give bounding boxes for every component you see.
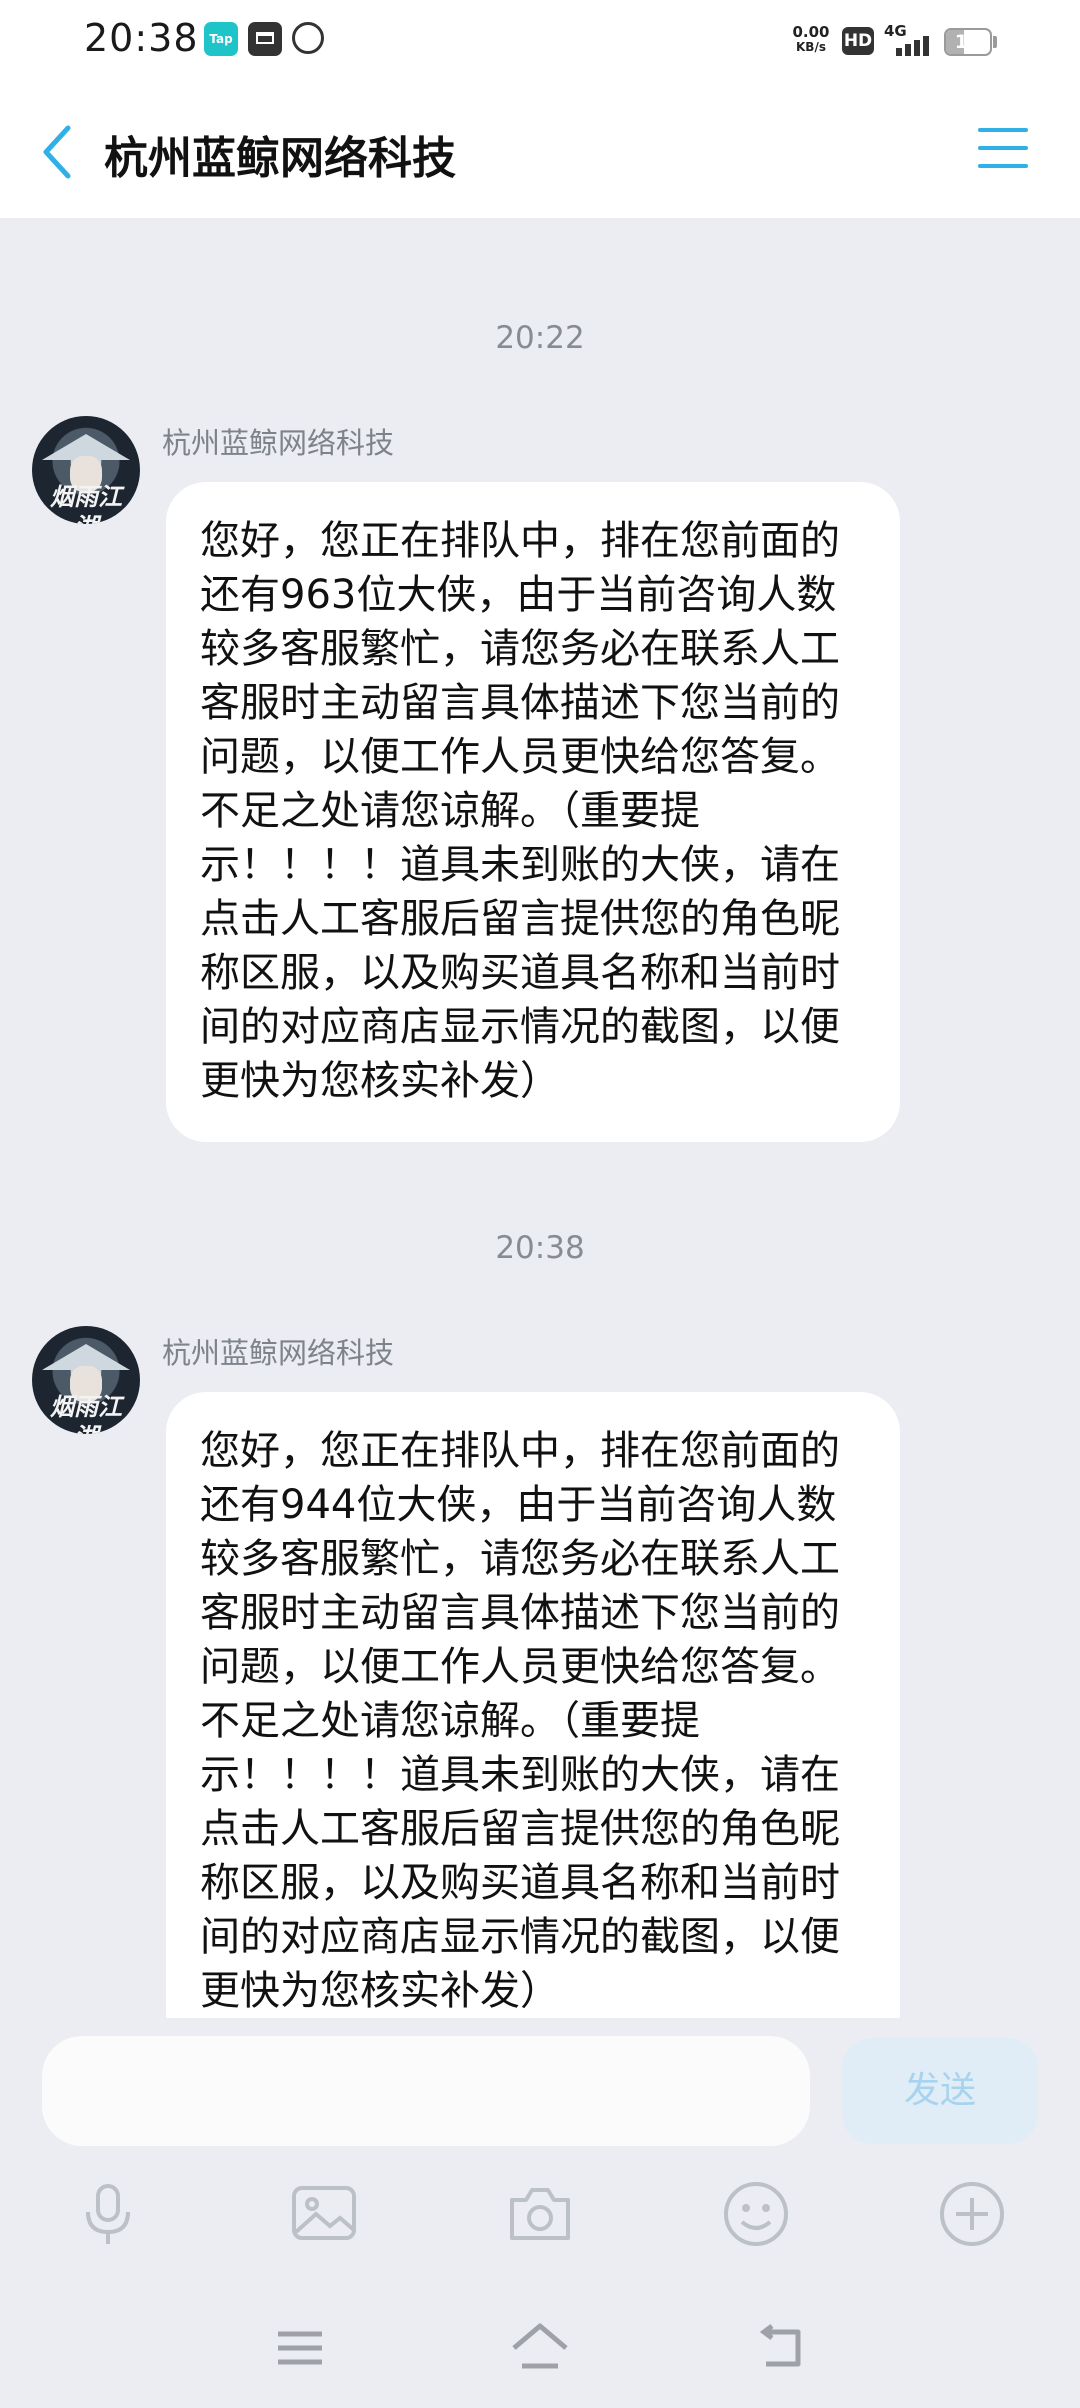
home-icon[interactable] [510, 2318, 570, 2378]
signal-bar [914, 40, 920, 56]
message-input[interactable] [42, 2036, 810, 2146]
sender-name: 杭州蓝鲸网络科技 [162, 1336, 395, 1370]
hamburger-menu-icon[interactable] [978, 128, 1030, 172]
signal-bar [896, 48, 902, 56]
message-list[interactable]: 20:22 烟雨江湖 杭州蓝鲸网络科技 您好，您正在排队中，排在您前面的还有96… [0, 218, 1080, 2018]
composer-bar: 发送 [0, 2018, 1080, 2408]
app-notification-icon [292, 22, 324, 54]
status-bar: 20:38 Tap 0.00 KB/s HD 4G 10 [0, 0, 1080, 84]
network-speed-value: 0.00 [792, 23, 830, 41]
sender-name: 杭州蓝鲸网络科技 [162, 426, 395, 460]
message-bubble[interactable]: 您好，您正在排队中，排在您前面的还有963位大侠，由于当前咨询人数较多客服繁忙，… [166, 482, 900, 1142]
battery-icon: 10 [944, 28, 992, 56]
sender-avatar[interactable]: 烟雨江湖 [32, 416, 140, 524]
emoji-icon[interactable] [720, 2178, 792, 2250]
back-icon[interactable] [750, 2318, 810, 2378]
signal-strength-icon: 4G [884, 22, 932, 58]
signal-bar [905, 44, 911, 56]
message-bubble[interactable]: 您好，您正在排队中，排在您前面的还有944位大侠，由于当前咨询人数较多客服繁忙，… [166, 1392, 900, 2018]
chat-title: 杭州蓝鲸网络科技 [104, 133, 456, 184]
network-speed-unit: KB/s [796, 40, 826, 54]
chevron-left-icon[interactable] [38, 122, 78, 182]
camera-icon[interactable] [504, 2178, 576, 2250]
image-icon[interactable] [288, 2178, 360, 2250]
message-timestamp: 20:38 [495, 1230, 585, 1266]
tap-app-icon: Tap [204, 22, 238, 56]
avatar-text: 烟雨江湖 [50, 1393, 122, 1434]
sender-avatar[interactable]: 烟雨江湖 [32, 1326, 140, 1434]
network-type: 4G [884, 22, 907, 40]
message-timestamp: 20:22 [495, 320, 585, 356]
avatar-text: 烟雨江湖 [50, 483, 122, 524]
chat-header: 杭州蓝鲸网络科技 [0, 84, 1080, 218]
microphone-icon[interactable] [72, 2178, 144, 2250]
send-button[interactable]: 发送 [842, 2038, 1038, 2144]
hd-voice-icon: HD [842, 27, 874, 55]
status-time: 20:38 [84, 16, 199, 60]
battery-tip [993, 36, 997, 48]
signal-bar [923, 36, 929, 56]
chat-screen: 20:38 Tap 0.00 KB/s HD 4G 10 杭州蓝鲸网络科技 20… [0, 0, 1080, 2408]
battery-level: 10 [954, 31, 982, 53]
message-notification-icon [248, 22, 282, 56]
plus-icon[interactable] [936, 2178, 1008, 2250]
network-speed: 0.00 KB/s [788, 24, 834, 54]
recent-apps-icon[interactable] [270, 2318, 330, 2378]
